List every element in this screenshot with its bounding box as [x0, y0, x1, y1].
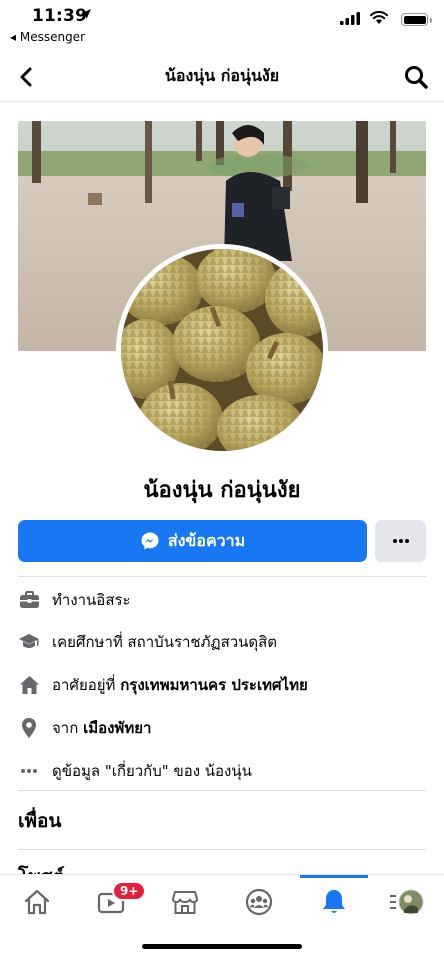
info-from-place[interactable]: เมืองพัทยา	[83, 716, 151, 740]
location-arrow-icon	[81, 9, 91, 19]
bell-icon	[323, 890, 345, 913]
tab-notifications[interactable]	[317, 885, 351, 919]
home-icon	[18, 674, 40, 696]
friends-section-title: เพื่อน	[18, 810, 62, 832]
menu-avatar-icon	[390, 889, 424, 915]
home-indicator	[142, 944, 302, 949]
info-see-about[interactable]: ดูข้อมูล "เกี่ยวกับ" ของ น้องนุ่น	[18, 753, 426, 789]
profile-name: น้องนุ่น ก่อนุ่นงัย	[143, 478, 301, 503]
video-notification-badge: 9+	[112, 881, 147, 901]
battery-icon	[401, 13, 432, 26]
see-about-text: ดูข้อมูล "เกี่ยวกับ" ของ น้องนุ่น	[52, 762, 252, 780]
groups-icon	[245, 888, 273, 916]
location-pin-icon	[18, 717, 40, 739]
info-work: ทำงานอิสระ	[18, 582, 426, 618]
wifi-icon	[370, 11, 388, 24]
more-dots-icon	[392, 539, 409, 543]
back-to-messenger-link[interactable]: ◂ Messenger	[10, 30, 85, 44]
signal-icon	[340, 12, 360, 25]
clock: 11:39	[32, 6, 88, 26]
marketplace-icon	[172, 891, 198, 914]
status-bar: 11:39 ◂ Messenger	[0, 0, 444, 50]
info-education-text: เคยศึกษาที่ สถาบันราชภัฏสวนดุสิต	[52, 633, 278, 651]
send-message-label: ส่งข้อความ	[167, 530, 246, 550]
tab-groups[interactable]	[242, 885, 276, 919]
info-from: จาก เมืองพัทยา	[18, 710, 426, 746]
info-work-text: ทำงานอิสระ	[52, 591, 131, 609]
more-dots-icon	[18, 760, 40, 782]
page-title: น้องนุ่น ก่อนุ่นงัย	[164, 66, 280, 85]
info-lives-in: อาศัยอยู่ที่ กรุงเทพมหานคร ประเทศไทย	[18, 667, 426, 703]
divider	[18, 790, 426, 791]
divider	[18, 849, 426, 850]
active-tab-indicator	[300, 875, 368, 878]
info-from-prefix: จาก	[52, 719, 79, 737]
briefcase-icon	[18, 589, 40, 611]
profile-header: น้องนุ่น ก่อนุ่นงัย	[0, 52, 444, 102]
graduation-cap-icon	[18, 631, 40, 653]
tab-menu[interactable]	[390, 885, 424, 919]
messenger-icon	[141, 532, 159, 550]
tab-home[interactable]	[20, 885, 54, 919]
home-icon	[24, 889, 50, 915]
profile-picture[interactable]	[116, 244, 328, 456]
send-message-button[interactable]: ส่งข้อความ	[18, 520, 367, 562]
search-icon[interactable]	[402, 63, 430, 91]
tab-marketplace[interactable]	[168, 885, 202, 919]
info-lives-prefix: อาศัยอยู่ที่	[52, 676, 116, 694]
divider	[18, 576, 426, 577]
info-lives-place[interactable]: กรุงเทพมหานคร ประเทศไทย	[120, 673, 308, 697]
info-education: เคยศึกษาที่ สถาบันราชภัฏสวนดุสิต	[18, 624, 426, 660]
back-chevron-icon[interactable]	[14, 64, 40, 90]
more-options-button[interactable]	[375, 520, 426, 562]
